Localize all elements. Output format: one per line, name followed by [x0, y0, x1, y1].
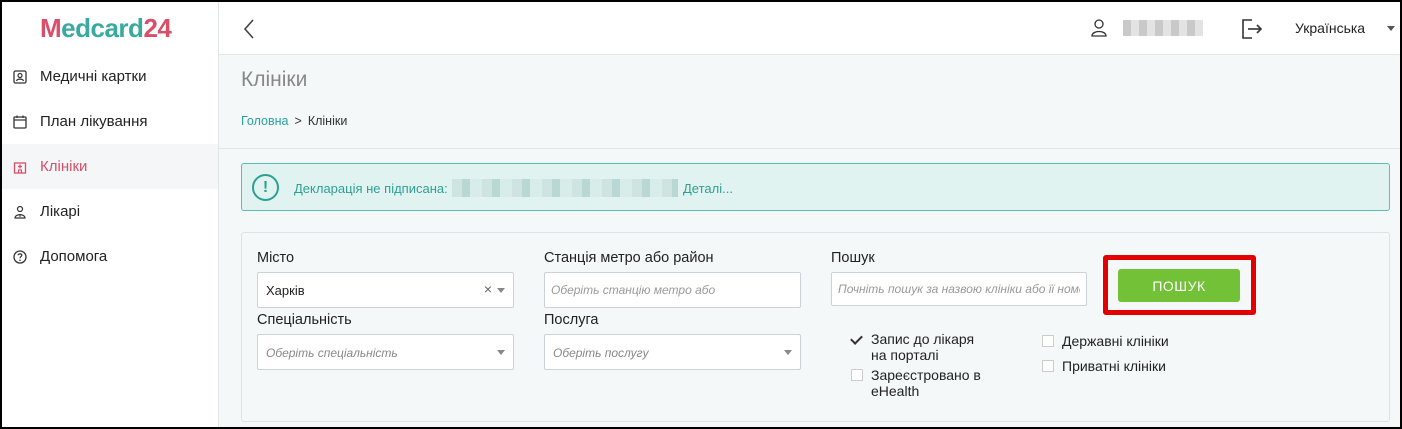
- user-name-redacted: [1123, 20, 1203, 36]
- user-icon[interactable]: [1091, 19, 1107, 40]
- logo-m: M: [40, 12, 62, 43]
- appointment-label-line2: на порталі: [871, 347, 939, 363]
- breadcrumb-current: Клініки: [307, 114, 348, 128]
- ehealth-label-line2: eHealth: [871, 383, 920, 399]
- sidebar-item-doctors[interactable]: Лікарі: [2, 189, 218, 234]
- sidebar-item-clinics[interactable]: Клініки: [2, 144, 218, 189]
- header-divider: [219, 148, 1400, 149]
- breadcrumb-home-link[interactable]: Головна: [241, 114, 289, 128]
- checkbox-checked-icon: [851, 333, 863, 345]
- breadcrumb: Головна > Клініки: [241, 114, 347, 128]
- specialty-select[interactable]: Оберіть спеціальність: [257, 334, 514, 370]
- logout-icon[interactable]: [1240, 18, 1264, 43]
- sidebar-item-label: Медичні картки: [40, 68, 147, 85]
- chevron-down-icon: [784, 350, 792, 355]
- chevron-down-icon: [497, 350, 505, 355]
- checkbox-box: [1042, 335, 1054, 347]
- checkbox-box: [1042, 360, 1054, 372]
- chevron-down-icon[interactable]: [1387, 26, 1395, 31]
- breadcrumb-separator: >: [294, 114, 302, 128]
- language-selector[interactable]: Українська: [1295, 20, 1365, 36]
- back-chevron-icon[interactable]: [243, 18, 255, 43]
- search-input[interactable]: [831, 272, 1087, 306]
- metro-input[interactable]: [544, 272, 801, 308]
- exclamation-icon: !: [252, 174, 279, 201]
- ehealth-checkbox-label: Зареєстровано в eHealth: [871, 367, 981, 399]
- service-label: Послуга: [544, 312, 599, 328]
- sidebar: Medcard 24 Медичні картки План лікування …: [2, 2, 219, 427]
- checkbox-box: [851, 369, 863, 381]
- ehealth-label-line1: Зареєстровано в: [871, 367, 981, 383]
- sidebar-item-medical-cards[interactable]: Медичні картки: [2, 54, 218, 99]
- appointment-checkbox-label: Запис до лікаря на порталі: [871, 331, 974, 363]
- logo-text: edcard: [61, 12, 144, 43]
- calendar-icon: [12, 114, 28, 130]
- help-icon: [12, 249, 28, 265]
- clear-icon[interactable]: ×: [484, 281, 492, 297]
- private-clinics-checkbox[interactable]: Приватні клініки: [1042, 358, 1166, 374]
- alert-text: Декларація не підписана:: [294, 181, 448, 196]
- page-title: Клініки: [241, 68, 308, 91]
- alert-details-link[interactable]: Деталі...: [683, 181, 733, 196]
- hospital-icon: [12, 159, 28, 175]
- sidebar-item-treatment-plan[interactable]: План лікування: [2, 99, 218, 144]
- redacted-declaration-info: [452, 179, 678, 197]
- sidebar-item-label: План лікування: [40, 113, 148, 130]
- sidebar-item-help[interactable]: Допомога: [2, 234, 218, 279]
- doctor-icon: [12, 204, 28, 220]
- private-clinics-label: Приватні клініки: [1062, 358, 1166, 374]
- sidebar-item-label: Клініки: [40, 158, 88, 175]
- specialty-label: Спеціальність: [257, 312, 352, 328]
- city-select[interactable]: Харків ×: [257, 272, 514, 308]
- state-clinics-checkbox[interactable]: Державні клініки: [1042, 333, 1169, 349]
- app-frame: Medcard 24 Медичні картки План лікування …: [0, 0, 1402, 429]
- chevron-down-icon: [497, 288, 505, 293]
- logo-number: 24: [143, 12, 172, 43]
- search-label: Пошук: [831, 250, 875, 266]
- service-select[interactable]: Оберіть послугу: [544, 334, 801, 370]
- appointment-label-line1: Запис до лікаря: [871, 331, 975, 347]
- metro-label: Станція метро або район: [544, 250, 714, 266]
- service-placeholder: Оберіть послугу: [553, 346, 649, 360]
- sidebar-item-label: Допомога: [40, 248, 108, 265]
- specialty-placeholder: Оберіть спеціальність: [266, 346, 398, 360]
- state-clinics-label: Державні клініки: [1062, 333, 1169, 349]
- city-label: Місто: [257, 250, 295, 266]
- city-value: Харків: [266, 283, 305, 298]
- appointment-checkbox[interactable]: Запис до лікаря на порталі: [851, 331, 974, 363]
- ehealth-checkbox[interactable]: Зареєстровано в eHealth: [851, 367, 981, 399]
- search-button[interactable]: ПОШУК: [1118, 269, 1240, 302]
- logo[interactable]: Medcard 24: [2, 2, 218, 54]
- declaration-alert: ! Декларація не підписана: Деталі...: [241, 163, 1390, 211]
- sidebar-item-label: Лікарі: [40, 203, 81, 220]
- id-card-icon: [12, 69, 28, 85]
- top-bar: Українська: [219, 2, 1400, 55]
